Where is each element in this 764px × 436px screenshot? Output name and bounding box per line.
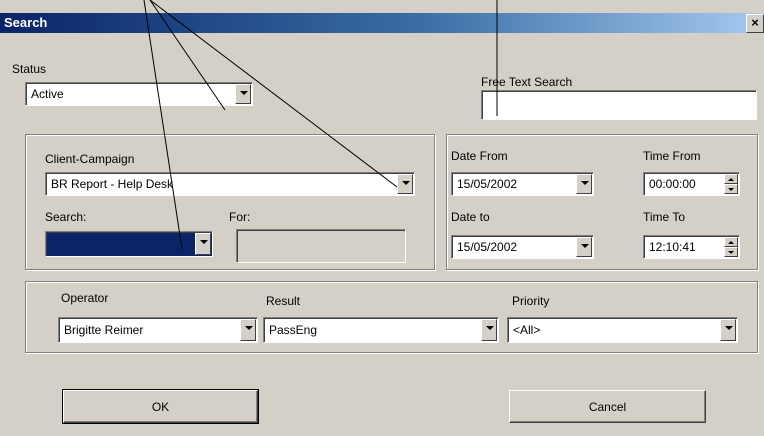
date-to-dropdown-arrow[interactable] xyxy=(576,237,592,257)
result-dropdown[interactable]: PassEng xyxy=(263,317,499,343)
time-to-spin-buttons[interactable] xyxy=(724,237,738,257)
search-by-label: Search: xyxy=(45,210,87,224)
status-value: Active xyxy=(31,87,64,101)
search-by-dropdown-arrow[interactable] xyxy=(195,233,211,255)
operator-dropdown-arrow[interactable] xyxy=(240,319,256,341)
date-to-label: Date to xyxy=(451,210,490,224)
time-from-spinner[interactable]: 00:00:00 xyxy=(643,172,740,196)
client-campaign-value: BR Report - Help Desk xyxy=(51,177,174,191)
time-to-down-icon[interactable] xyxy=(724,247,738,257)
operator-label: Operator xyxy=(61,291,109,305)
status-dropdown[interactable]: Active xyxy=(25,82,253,106)
date-from-value: 15/05/2002 xyxy=(457,177,518,191)
result-label: Result xyxy=(266,294,301,308)
status-label: Status xyxy=(12,62,47,76)
ok-button[interactable]: OK xyxy=(62,389,259,424)
date-from-label: Date From xyxy=(451,149,508,163)
priority-dropdown-arrow[interactable] xyxy=(720,319,736,341)
window-title: Search xyxy=(4,15,48,30)
operator-dropdown[interactable]: Brigitte Reimer xyxy=(58,317,258,343)
date-from-picker[interactable]: 15/05/2002 xyxy=(451,172,594,196)
priority-dropdown[interactable]: <All> xyxy=(507,317,738,343)
time-to-up-icon[interactable] xyxy=(724,237,738,247)
for-label: For: xyxy=(229,210,251,224)
time-to-spinner[interactable]: 12:10:41 xyxy=(643,235,740,259)
title-bar: Search × xyxy=(0,13,764,33)
result-value: PassEng xyxy=(269,323,318,337)
date-from-dropdown-arrow[interactable] xyxy=(576,174,592,194)
time-from-label: Time From xyxy=(643,149,701,163)
time-from-down-icon[interactable] xyxy=(724,184,738,194)
client-campaign-label: Client-Campaign xyxy=(45,152,135,166)
close-icon: × xyxy=(751,15,759,30)
status-dropdown-arrow[interactable] xyxy=(235,84,251,104)
operator-value: Brigitte Reimer xyxy=(64,323,144,337)
for-input[interactable] xyxy=(236,229,406,263)
free-text-label: Free Text Search xyxy=(481,75,573,89)
client-campaign-dropdown-arrow[interactable] xyxy=(397,174,413,194)
date-to-picker[interactable]: 15/05/2002 xyxy=(451,235,594,259)
time-from-spin-buttons[interactable] xyxy=(724,174,738,194)
result-dropdown-arrow[interactable] xyxy=(481,319,497,341)
time-to-value: 12:10:41 xyxy=(649,240,696,254)
client-campaign-dropdown[interactable]: BR Report - Help Desk xyxy=(45,172,415,196)
priority-label: Priority xyxy=(512,294,550,308)
time-from-up-icon[interactable] xyxy=(724,174,738,184)
search-by-dropdown[interactable] xyxy=(45,231,213,257)
date-to-value: 15/05/2002 xyxy=(457,240,518,254)
close-button[interactable]: × xyxy=(746,14,764,33)
cancel-button[interactable]: Cancel xyxy=(509,390,706,423)
time-to-label: Time To xyxy=(643,210,686,224)
priority-value: <All> xyxy=(513,323,541,337)
time-from-value: 00:00:00 xyxy=(649,177,696,191)
free-text-input[interactable] xyxy=(481,90,757,120)
